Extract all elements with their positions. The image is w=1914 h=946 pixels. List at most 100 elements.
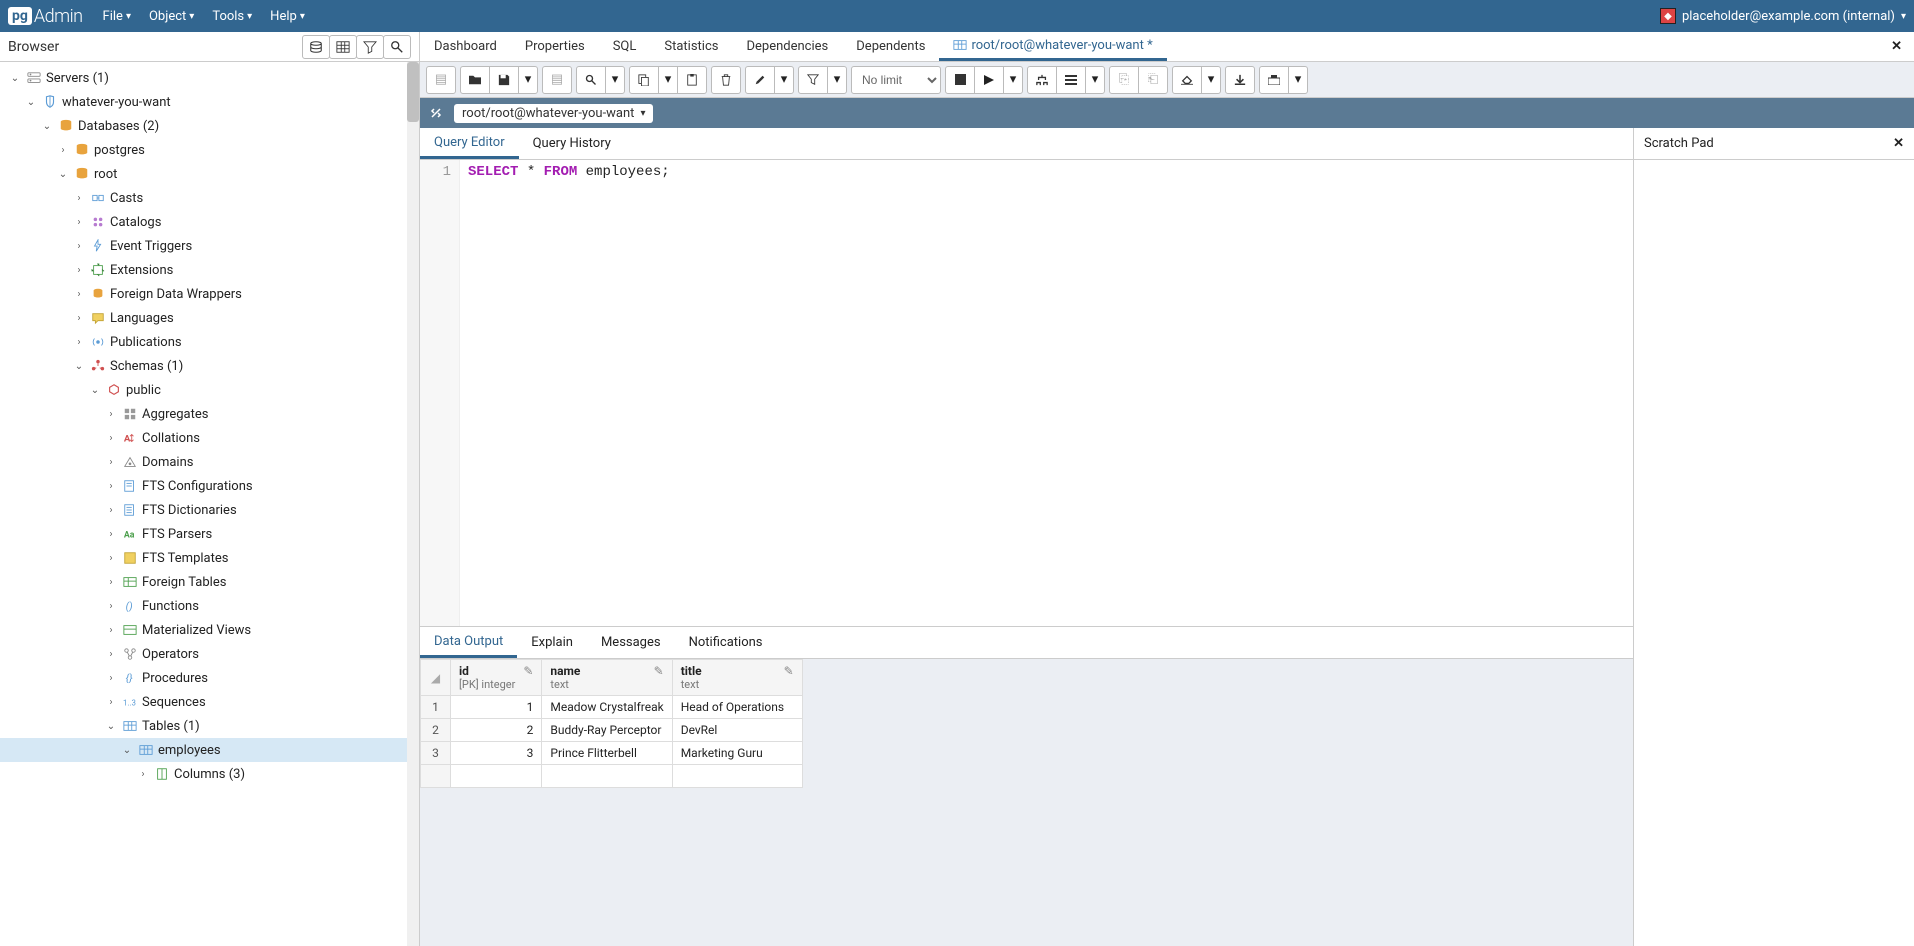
save-file-dropdown[interactable]: ▾ [518,66,538,94]
explain-dropdown[interactable]: ▾ [1085,66,1105,94]
tree-item-fts-parsers[interactable]: ›AaFTS Parsers [0,522,419,546]
menu-file[interactable]: File▾ [103,9,131,24]
editor-tab-query-editor[interactable]: Query Editor [420,128,519,159]
tree-item-fts-templates[interactable]: ›FTS Templates [0,546,419,570]
tree-item-procedures[interactable]: ›{}Procedures [0,666,419,690]
macros-dropdown[interactable]: ▾ [1288,66,1308,94]
close-scratch-button[interactable]: ✕ [1893,136,1904,151]
tab-properties[interactable]: Properties [511,32,599,61]
tree-item-functions[interactable]: ›()Functions [0,594,419,618]
tree-item-columns-3-[interactable]: ›Columns (3) [0,762,419,786]
clear-button[interactable] [1172,66,1202,94]
explain-button[interactable] [1027,66,1057,94]
editor-tab-query-history[interactable]: Query History [519,128,625,159]
find-button[interactable] [576,66,606,94]
tree-item-employees[interactable]: ⌄employees [0,738,419,762]
commit-button[interactable]: ⎘ [1109,66,1139,94]
edit-button[interactable] [745,66,775,94]
tree-toggle-icon[interactable]: ⌄ [72,361,86,372]
save-data-changes-button[interactable]: ▤ [542,66,572,94]
search-objects-button[interactable] [383,35,411,59]
save-file-button[interactable] [489,66,519,94]
tree-item-extensions[interactable]: ›Extensions [0,258,419,282]
tree-item-casts[interactable]: ›Casts [0,186,419,210]
edit-column-icon[interactable]: ✎ [784,664,794,678]
menu-help[interactable]: Help▾ [270,9,305,24]
tree-toggle-icon[interactable]: › [104,529,118,540]
tree-item-publications[interactable]: ›Publications [0,330,419,354]
tree-item-sequences[interactable]: ›1..3Sequences [0,690,419,714]
edit-column-icon[interactable]: ✎ [654,664,664,678]
tree-toggle-icon[interactable]: › [56,145,70,156]
filter-dropdown[interactable]: ▾ [827,66,847,94]
filter-rows-button[interactable] [356,35,384,59]
output-tab-notifications[interactable]: Notifications [675,627,777,658]
tab-statistics[interactable]: Statistics [650,32,732,61]
user-menu[interactable]: ◆ placeholder@example.com (internal) ▾ [1660,8,1906,24]
macros-button[interactable] [1259,66,1289,94]
tree-toggle-icon[interactable]: ⌄ [120,745,134,756]
tree-toggle-icon[interactable]: ⌄ [24,97,38,108]
rows-limit-select[interactable]: No limit [851,66,941,94]
tab-query-tool[interactable]: root/root@whatever-you-want * [939,32,1166,61]
tree-item-fts-configurations[interactable]: ›FTS Configurations [0,474,419,498]
results-grid[interactable]: ◢id[PK] integer✎nametext✎titletext✎ 11Me… [420,659,803,788]
output-tab-messages[interactable]: Messages [587,627,675,658]
tree-toggle-icon[interactable]: › [104,577,118,588]
execute-dropdown[interactable]: ▾ [1003,66,1023,94]
tree-toggle-icon[interactable]: › [72,241,86,252]
tree-item-databases-2-[interactable]: ⌄Databases (2) [0,114,419,138]
tab-dashboard[interactable]: Dashboard [420,32,511,61]
tree-item-root[interactable]: ⌄root [0,162,419,186]
tree-toggle-icon[interactable]: › [72,337,86,348]
tree-toggle-icon[interactable]: ⌄ [40,121,54,132]
tree-toggle-icon[interactable]: › [72,313,86,324]
output-tab-explain[interactable]: Explain [517,627,587,658]
tree-toggle-icon[interactable]: › [104,673,118,684]
delete-button[interactable] [711,66,741,94]
tree-toggle-icon[interactable]: ⌄ [88,385,102,396]
tree-item-event-triggers[interactable]: ›Event Triggers [0,234,419,258]
tree-item-postgres[interactable]: ›postgres [0,138,419,162]
copy-button[interactable] [629,66,659,94]
tree-toggle-icon[interactable]: › [72,265,86,276]
tree-toggle-icon[interactable]: ⌄ [104,721,118,732]
tree-toggle-icon[interactable]: › [104,433,118,444]
stop-button[interactable] [945,66,975,94]
tree-item-tables-1-[interactable]: ⌄Tables (1) [0,714,419,738]
empty-row[interactable] [421,765,803,788]
tree-item-catalogs[interactable]: ›Catalogs [0,210,419,234]
tree-item-materialized-views[interactable]: ›Materialized Views [0,618,419,642]
sidebar-scrollbar[interactable] [407,62,419,946]
cell-id[interactable]: 1 [451,696,542,719]
tree-toggle-icon[interactable]: › [104,505,118,516]
tab-dependents[interactable]: Dependents [842,32,939,61]
tree-item-schemas-1-[interactable]: ⌄Schemas (1) [0,354,419,378]
menu-object[interactable]: Object▾ [149,9,194,24]
query-tool-button[interactable] [302,35,330,59]
rollback-button[interactable]: ⎗ [1138,66,1168,94]
cell-id[interactable]: 3 [451,742,542,765]
menu-tools[interactable]: Tools▾ [212,9,252,24]
column-header-name[interactable]: nametext✎ [542,660,672,696]
tree-item-whatever-you-want[interactable]: ⌄whatever-you-want [0,90,419,114]
edit-column-icon[interactable]: ✎ [523,664,533,678]
find-dropdown[interactable]: ▾ [605,66,625,94]
tree-toggle-icon[interactable]: › [104,409,118,420]
cell-title[interactable]: DevRel [672,719,802,742]
tab-dependencies[interactable]: Dependencies [732,32,842,61]
tree-item-servers-1-[interactable]: ⌄Servers (1) [0,66,419,90]
close-tab-button[interactable]: ✕ [1879,32,1914,61]
cell-name[interactable]: Meadow Crystalfreak [542,696,672,719]
copy-dropdown[interactable]: ▾ [658,66,678,94]
tab-sql[interactable]: SQL [599,32,651,61]
tree-toggle-icon[interactable]: › [104,457,118,468]
tree-toggle-icon[interactable]: › [104,697,118,708]
tree-toggle-icon[interactable]: › [104,649,118,660]
open-file-button[interactable] [460,66,490,94]
output-tab-data-output[interactable]: Data Output [420,627,517,658]
sql-editor[interactable]: 1 SELECT * FROM employees; [420,160,1633,626]
tree-toggle-icon[interactable]: › [72,193,86,204]
tree-item-domains[interactable]: ›Domains [0,450,419,474]
cell-title[interactable]: Marketing Guru [672,742,802,765]
